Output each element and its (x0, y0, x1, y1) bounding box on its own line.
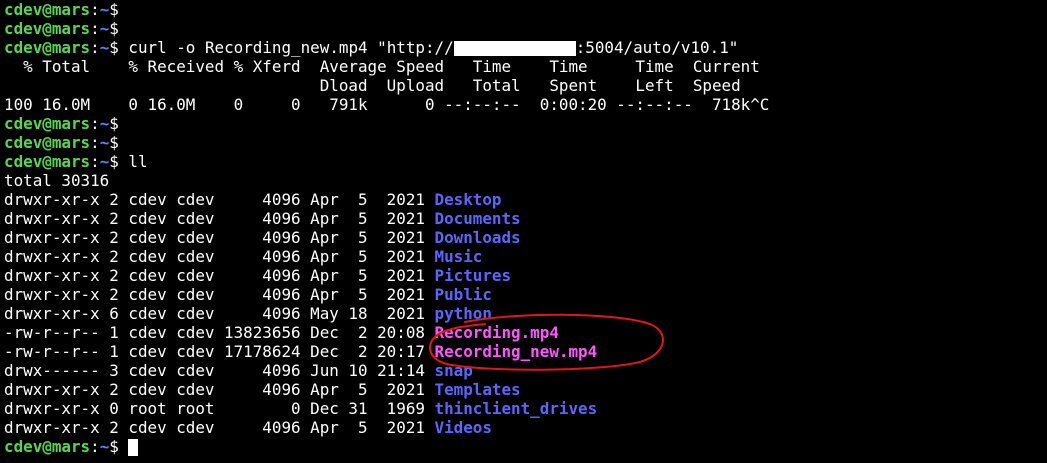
terminal-line: cdev@mars:~$ curl -o Recording_new.mp4 "… (4, 38, 1044, 57)
prompt-user-host: cdev@mars (4, 38, 91, 57)
terminal-line: cdev@mars:~$ (4, 437, 1044, 456)
prompt-symbol: $ (109, 437, 129, 456)
terminal-line: % Total % Received % Xferd Average Speed… (4, 57, 1044, 76)
prompt-symbol: $ (109, 38, 129, 57)
terminal-line: total 30316 (4, 171, 1044, 190)
prompt-separator: : (90, 133, 100, 152)
terminal-line: cdev@mars:~$ (4, 133, 1044, 152)
prompt-path: ~ (99, 152, 110, 171)
directory-name: Templates (434, 380, 521, 399)
red-circle-annotation (429, 313, 664, 371)
prompt-separator: : (90, 19, 100, 38)
file-metadata: drwxr-xr-x 2 cdev cdev 4096 Apr 5 2021 (4, 190, 435, 209)
terminal-cursor (128, 439, 139, 456)
terminal-line: cdev@mars:~$ (4, 19, 1044, 38)
prompt-user-host: cdev@mars (4, 114, 91, 133)
prompt-user-host: cdev@mars (4, 133, 91, 152)
prompt-path: ~ (99, 437, 110, 456)
prompt-user-host: cdev@mars (4, 19, 91, 38)
file-metadata: drwxr-xr-x 2 cdev cdev 4096 Apr 5 2021 (4, 285, 435, 304)
file-metadata: drwxr-xr-x 2 cdev cdev 4096 Apr 5 2021 (4, 228, 435, 247)
command-text: curl -o Recording_new.mp4 "http:// (128, 38, 454, 57)
file-metadata: drwxr-xr-x 2 cdev cdev 4096 Apr 5 2021 (4, 209, 435, 228)
prompt-symbol: $ (109, 133, 129, 152)
prompt-separator: : (90, 437, 100, 456)
output-text: total 30316 (4, 171, 110, 190)
command-text: :5004/auto/v10.1" (575, 38, 739, 57)
directory-name: Documents (434, 209, 521, 228)
terminal-line: drwxr-xr-x 2 cdev cdev 4096 Apr 5 2021 D… (4, 209, 1044, 228)
prompt-symbol: $ (109, 114, 129, 133)
terminal-line: Dload Upload Total Spent Left Speed (4, 76, 1044, 95)
terminal-line: drwxr-xr-x 2 cdev cdev 4096 Apr 5 2021 P… (4, 285, 1044, 304)
redacted-host-box (453, 41, 576, 56)
prompt-separator: : (90, 0, 100, 19)
prompt-separator: : (90, 152, 100, 171)
terminal-line: cdev@mars:~$ (4, 114, 1044, 133)
prompt-user-host: cdev@mars (4, 0, 91, 19)
terminal-line: drwxr-xr-x 2 cdev cdev 4096 Apr 5 2021 M… (4, 247, 1044, 266)
file-metadata: drwxr-xr-x 2 cdev cdev 4096 Apr 5 2021 (4, 380, 435, 399)
terminal-line: drwxr-xr-x 2 cdev cdev 4096 Apr 5 2021 V… (4, 418, 1044, 437)
file-metadata: -rw-r--r-- 1 cdev cdev 13823656 Dec 2 20… (4, 323, 435, 342)
prompt-path: ~ (99, 38, 110, 57)
prompt-path: ~ (99, 114, 110, 133)
output-text: 100 16.0M 0 16.0M 0 0 791k 0 --:--:-- 0:… (4, 95, 770, 114)
directory-name: Desktop (434, 190, 502, 209)
file-metadata: drwxr-xr-x 6 cdev cdev 4096 May 18 2021 (4, 304, 435, 323)
file-metadata: drwxr-xr-x 2 cdev cdev 4096 Apr 5 2021 (4, 247, 435, 266)
prompt-user-host: cdev@mars (4, 437, 91, 456)
terminal-window[interactable]: cdev@mars:~$ cdev@mars:~$ cdev@mars:~$ c… (4, 0, 1044, 463)
prompt-path: ~ (99, 0, 110, 19)
file-metadata: drwxr-xr-x 0 root root 0 Dec 31 1969 (4, 399, 435, 418)
prompt-path: ~ (99, 133, 110, 152)
terminal-line: cdev@mars:~$ ll (4, 152, 1044, 171)
prompt-separator: : (90, 38, 100, 57)
file-metadata: -rw-r--r-- 1 cdev cdev 17178624 Dec 2 20… (4, 342, 435, 361)
directory-name: Downloads (434, 228, 521, 247)
directory-name: Music (434, 247, 483, 266)
terminal-line: drwxr-xr-x 2 cdev cdev 4096 Apr 5 2021 D… (4, 228, 1044, 247)
prompt-path: ~ (99, 19, 110, 38)
terminal-line: cdev@mars:~$ (4, 0, 1044, 19)
directory-name: Pictures (434, 266, 512, 285)
directory-name: Videos (434, 418, 492, 437)
prompt-symbol: $ (109, 0, 129, 19)
terminal-line: 100 16.0M 0 16.0M 0 0 791k 0 --:--:-- 0:… (4, 95, 1044, 114)
terminal-line: drwxr-xr-x 2 cdev cdev 4096 Apr 5 2021 D… (4, 190, 1044, 209)
command-text: ll (128, 152, 148, 171)
prompt-symbol: $ (109, 19, 129, 38)
terminal-line: drwxr-xr-x 2 cdev cdev 4096 Apr 5 2021 P… (4, 266, 1044, 285)
terminal-line: drwxr-xr-x 0 root root 0 Dec 31 1969 thi… (4, 399, 1044, 418)
directory-name: Public (434, 285, 492, 304)
output-text: % Total % Received % Xferd Average Speed… (4, 57, 760, 76)
prompt-separator: : (90, 114, 100, 133)
file-metadata: drwxr-xr-x 2 cdev cdev 4096 Apr 5 2021 (4, 418, 435, 437)
prompt-user-host: cdev@mars (4, 152, 91, 171)
file-metadata: drwxr-xr-x 2 cdev cdev 4096 Apr 5 2021 (4, 266, 435, 285)
terminal-line: drwxr-xr-x 2 cdev cdev 4096 Apr 5 2021 T… (4, 380, 1044, 399)
directory-name: thinclient_drives (434, 399, 598, 418)
output-text: Dload Upload Total Spent Left Speed (4, 76, 741, 95)
file-metadata: drwx------ 3 cdev cdev 4096 Jun 10 21:14 (4, 361, 435, 380)
prompt-symbol: $ (109, 152, 129, 171)
